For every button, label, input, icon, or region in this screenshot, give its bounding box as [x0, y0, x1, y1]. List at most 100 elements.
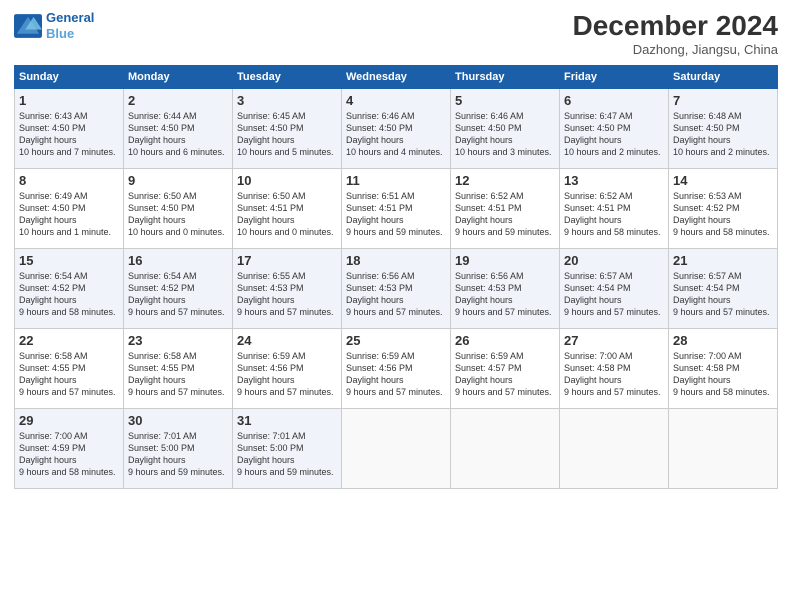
- day-cell: 8 Sunrise: 6:49 AM Sunset: 4:50 PM Dayli…: [15, 169, 124, 249]
- day-number: 26: [455, 333, 555, 348]
- day-cell: 25 Sunrise: 6:59 AM Sunset: 4:56 PM Dayl…: [342, 329, 451, 409]
- day-info: Sunrise: 6:50 AM Sunset: 4:50 PM Dayligh…: [128, 190, 228, 239]
- day-info: Sunrise: 6:46 AM Sunset: 4:50 PM Dayligh…: [455, 110, 555, 159]
- day-number: 28: [673, 333, 773, 348]
- day-cell: 1 Sunrise: 6:43 AM Sunset: 4:50 PM Dayli…: [15, 89, 124, 169]
- calendar-table: Sunday Monday Tuesday Wednesday Thursday…: [14, 65, 778, 489]
- day-number: 6: [564, 93, 664, 108]
- day-number: 11: [346, 173, 446, 188]
- day-number: 31: [237, 413, 337, 428]
- day-info: Sunrise: 6:43 AM Sunset: 4:50 PM Dayligh…: [19, 110, 119, 159]
- day-number: 27: [564, 333, 664, 348]
- day-number: 14: [673, 173, 773, 188]
- day-info: Sunrise: 6:59 AM Sunset: 4:56 PM Dayligh…: [346, 350, 446, 399]
- day-cell: 26 Sunrise: 6:59 AM Sunset: 4:57 PM Dayl…: [451, 329, 560, 409]
- col-friday: Friday: [560, 66, 669, 89]
- day-number: 2: [128, 93, 228, 108]
- day-cell: [560, 409, 669, 489]
- day-info: Sunrise: 6:53 AM Sunset: 4:52 PM Dayligh…: [673, 190, 773, 239]
- day-number: 13: [564, 173, 664, 188]
- day-cell: 14 Sunrise: 6:53 AM Sunset: 4:52 PM Dayl…: [669, 169, 778, 249]
- day-cell: 19 Sunrise: 6:56 AM Sunset: 4:53 PM Dayl…: [451, 249, 560, 329]
- day-cell: 21 Sunrise: 6:57 AM Sunset: 4:54 PM Dayl…: [669, 249, 778, 329]
- logo-text: General Blue: [46, 10, 94, 41]
- day-cell: 28 Sunrise: 7:00 AM Sunset: 4:58 PM Dayl…: [669, 329, 778, 409]
- day-cell: 17 Sunrise: 6:55 AM Sunset: 4:53 PM Dayl…: [233, 249, 342, 329]
- day-info: Sunrise: 6:59 AM Sunset: 4:56 PM Dayligh…: [237, 350, 337, 399]
- day-info: Sunrise: 6:48 AM Sunset: 4:50 PM Dayligh…: [673, 110, 773, 159]
- day-info: Sunrise: 6:52 AM Sunset: 4:51 PM Dayligh…: [455, 190, 555, 239]
- day-cell: 13 Sunrise: 6:52 AM Sunset: 4:51 PM Dayl…: [560, 169, 669, 249]
- day-info: Sunrise: 6:58 AM Sunset: 4:55 PM Dayligh…: [128, 350, 228, 399]
- day-number: 9: [128, 173, 228, 188]
- day-info: Sunrise: 6:45 AM Sunset: 4:50 PM Dayligh…: [237, 110, 337, 159]
- day-cell: 20 Sunrise: 6:57 AM Sunset: 4:54 PM Dayl…: [560, 249, 669, 329]
- month-title: December 2024: [573, 10, 778, 42]
- day-cell: 16 Sunrise: 6:54 AM Sunset: 4:52 PM Dayl…: [124, 249, 233, 329]
- day-info: Sunrise: 7:00 AM Sunset: 4:59 PM Dayligh…: [19, 430, 119, 479]
- day-number: 18: [346, 253, 446, 268]
- day-info: Sunrise: 6:55 AM Sunset: 4:53 PM Dayligh…: [237, 270, 337, 319]
- day-info: Sunrise: 6:57 AM Sunset: 4:54 PM Dayligh…: [673, 270, 773, 319]
- day-number: 16: [128, 253, 228, 268]
- week-row-5: 29 Sunrise: 7:00 AM Sunset: 4:59 PM Dayl…: [15, 409, 778, 489]
- day-cell: 2 Sunrise: 6:44 AM Sunset: 4:50 PM Dayli…: [124, 89, 233, 169]
- day-info: Sunrise: 6:58 AM Sunset: 4:55 PM Dayligh…: [19, 350, 119, 399]
- day-number: 20: [564, 253, 664, 268]
- day-info: Sunrise: 6:51 AM Sunset: 4:51 PM Dayligh…: [346, 190, 446, 239]
- day-cell: 24 Sunrise: 6:59 AM Sunset: 4:56 PM Dayl…: [233, 329, 342, 409]
- day-info: Sunrise: 6:46 AM Sunset: 4:50 PM Dayligh…: [346, 110, 446, 159]
- logo-icon: [14, 14, 42, 38]
- day-cell: 23 Sunrise: 6:58 AM Sunset: 4:55 PM Dayl…: [124, 329, 233, 409]
- header-row: Sunday Monday Tuesday Wednesday Thursday…: [15, 66, 778, 89]
- day-cell: 9 Sunrise: 6:50 AM Sunset: 4:50 PM Dayli…: [124, 169, 233, 249]
- day-number: 25: [346, 333, 446, 348]
- day-cell: 18 Sunrise: 6:56 AM Sunset: 4:53 PM Dayl…: [342, 249, 451, 329]
- day-number: 10: [237, 173, 337, 188]
- day-info: Sunrise: 6:44 AM Sunset: 4:50 PM Dayligh…: [128, 110, 228, 159]
- day-cell: 7 Sunrise: 6:48 AM Sunset: 4:50 PM Dayli…: [669, 89, 778, 169]
- day-info: Sunrise: 6:56 AM Sunset: 4:53 PM Dayligh…: [455, 270, 555, 319]
- day-number: 23: [128, 333, 228, 348]
- day-number: 7: [673, 93, 773, 108]
- day-info: Sunrise: 6:47 AM Sunset: 4:50 PM Dayligh…: [564, 110, 664, 159]
- day-cell: 22 Sunrise: 6:58 AM Sunset: 4:55 PM Dayl…: [15, 329, 124, 409]
- col-saturday: Saturday: [669, 66, 778, 89]
- week-row-2: 8 Sunrise: 6:49 AM Sunset: 4:50 PM Dayli…: [15, 169, 778, 249]
- day-info: Sunrise: 7:00 AM Sunset: 4:58 PM Dayligh…: [564, 350, 664, 399]
- day-info: Sunrise: 6:50 AM Sunset: 4:51 PM Dayligh…: [237, 190, 337, 239]
- day-cell: 12 Sunrise: 6:52 AM Sunset: 4:51 PM Dayl…: [451, 169, 560, 249]
- day-number: 5: [455, 93, 555, 108]
- col-monday: Monday: [124, 66, 233, 89]
- day-number: 22: [19, 333, 119, 348]
- day-cell: 3 Sunrise: 6:45 AM Sunset: 4:50 PM Dayli…: [233, 89, 342, 169]
- col-tuesday: Tuesday: [233, 66, 342, 89]
- title-section: December 2024 Dazhong, Jiangsu, China: [573, 10, 778, 57]
- day-cell: 11 Sunrise: 6:51 AM Sunset: 4:51 PM Dayl…: [342, 169, 451, 249]
- day-cell: 15 Sunrise: 6:54 AM Sunset: 4:52 PM Dayl…: [15, 249, 124, 329]
- day-cell: 4 Sunrise: 6:46 AM Sunset: 4:50 PM Dayli…: [342, 89, 451, 169]
- day-cell: 29 Sunrise: 7:00 AM Sunset: 4:59 PM Dayl…: [15, 409, 124, 489]
- day-number: 3: [237, 93, 337, 108]
- day-cell: 5 Sunrise: 6:46 AM Sunset: 4:50 PM Dayli…: [451, 89, 560, 169]
- calendar-body: 1 Sunrise: 6:43 AM Sunset: 4:50 PM Dayli…: [15, 89, 778, 489]
- logo: General Blue: [14, 10, 94, 41]
- col-thursday: Thursday: [451, 66, 560, 89]
- header: General Blue December 2024 Dazhong, Jian…: [14, 10, 778, 57]
- day-info: Sunrise: 6:59 AM Sunset: 4:57 PM Dayligh…: [455, 350, 555, 399]
- day-cell: [451, 409, 560, 489]
- day-number: 4: [346, 93, 446, 108]
- day-info: Sunrise: 6:52 AM Sunset: 4:51 PM Dayligh…: [564, 190, 664, 239]
- day-number: 12: [455, 173, 555, 188]
- day-info: Sunrise: 7:01 AM Sunset: 5:00 PM Dayligh…: [237, 430, 337, 479]
- day-number: 19: [455, 253, 555, 268]
- day-cell: 10 Sunrise: 6:50 AM Sunset: 4:51 PM Dayl…: [233, 169, 342, 249]
- week-row-3: 15 Sunrise: 6:54 AM Sunset: 4:52 PM Dayl…: [15, 249, 778, 329]
- main-container: General Blue December 2024 Dazhong, Jian…: [0, 0, 792, 495]
- day-number: 8: [19, 173, 119, 188]
- day-cell: 27 Sunrise: 7:00 AM Sunset: 4:58 PM Dayl…: [560, 329, 669, 409]
- day-cell: 31 Sunrise: 7:01 AM Sunset: 5:00 PM Dayl…: [233, 409, 342, 489]
- day-number: 21: [673, 253, 773, 268]
- location: Dazhong, Jiangsu, China: [573, 42, 778, 57]
- day-number: 1: [19, 93, 119, 108]
